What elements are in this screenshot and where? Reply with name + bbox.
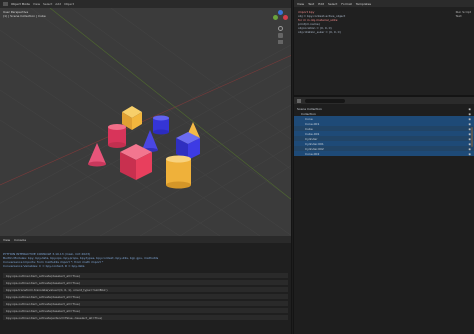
console-header: View Console <box>0 236 291 243</box>
eye-icon[interactable]: ◉ <box>468 147 471 151</box>
outliner-row-label: Cylinder.001 <box>305 141 324 146</box>
code-line: obj.rotation_euler = (0, 0, 0) <box>298 30 341 34</box>
text-editor[interactable]: View Text Edit Select Format Templates i… <box>293 0 474 95</box>
add-menu[interactable]: Add <box>55 2 61 6</box>
viewport-header: Object Mode View Select Add Object <box>0 0 291 8</box>
red-cone[interactable] <box>88 143 106 167</box>
outliner-row-label: Cube <box>305 126 313 131</box>
edit-menu[interactable]: Edit <box>318 2 324 6</box>
editor-header: View Text Edit Select Format Templates <box>294 0 474 7</box>
view-menu[interactable]: View <box>297 2 304 6</box>
eye-icon[interactable]: ◉ <box>468 107 471 111</box>
format-menu[interactable]: Format <box>341 2 352 6</box>
outliner-row[interactable]: Cone.002 ◉ <box>294 151 474 156</box>
view-menu[interactable]: View <box>33 2 40 6</box>
console-history-item: bpy.ops.outliner.item_activate(deselect_… <box>3 280 288 285</box>
viewport-info: User Perspective (1) | Scene Collection … <box>3 10 46 18</box>
outliner-row-label: Cylinder <box>305 136 318 141</box>
navigation-gizmo[interactable] <box>273 10 289 48</box>
select-menu[interactable]: Select <box>43 2 52 6</box>
yellow-cylinder[interactable] <box>166 155 191 189</box>
outliner-row-label: Cone.002 <box>305 151 320 156</box>
console-history-item: bpy.ops.outliner.item_activate(deselect_… <box>3 294 288 299</box>
console-history-item: bpy.ops.outliner.item_activate(deselect_… <box>3 308 288 313</box>
console-history-item: bpy.ops.outliner.item_activate(deselect_… <box>3 273 288 278</box>
outliner-scrollbar[interactable] <box>471 127 473 147</box>
console-history-item: bpy.ops.outliner.item_activate(extend=Fa… <box>3 315 288 320</box>
python-console[interactable]: View Console PYTHON INTERACTIVE CONSOLE … <box>0 236 292 334</box>
outliner-filter-icon[interactable] <box>297 98 301 103</box>
code-area[interactable]: import bpy obj = bpy.context.active_obje… <box>294 7 474 37</box>
x-axis-icon[interactable] <box>283 15 288 20</box>
outliner-header <box>294 97 474 104</box>
eye-icon[interactable]: ◉ <box>468 112 471 116</box>
object-menu[interactable]: Object <box>64 2 74 6</box>
outliner[interactable]: Scene Collection ◉ Collection ◉ Cone ◉ C… <box>293 95 474 334</box>
scene-collection-label: Scene Collection <box>297 106 322 111</box>
view-menu[interactable]: View <box>3 238 10 242</box>
outliner-row-label: Collection <box>301 111 316 116</box>
z-axis-icon[interactable] <box>278 10 283 15</box>
collection-info: (1) | Scene Collection | Cube <box>3 14 46 18</box>
templates-menu[interactable]: Templates <box>356 2 371 6</box>
editor-sidebar: Run Script Text <box>456 10 471 18</box>
viewport-grid <box>0 0 291 236</box>
hand-icon[interactable] <box>278 33 283 38</box>
red-cylinder[interactable] <box>108 124 126 148</box>
outliner-row-label: Cone <box>305 116 313 121</box>
eye-icon[interactable]: ◉ <box>468 117 471 121</box>
text-menu[interactable]: Text <box>308 2 314 6</box>
text-label: Text <box>455 14 462 18</box>
eye-icon[interactable]: ◉ <box>468 122 471 126</box>
console-body: PYTHON INTERACTIVE CONSOLE 3.10.13 (main… <box>0 243 291 323</box>
outliner-search-input[interactable] <box>305 98 345 103</box>
outliner-row-label: Cube.001 <box>305 131 320 136</box>
outliner-row-label: Cylinder.002 <box>305 146 324 151</box>
console-history-item: bpy.ops.outliner.item_activate(deselect_… <box>3 301 288 306</box>
eye-icon[interactable]: ◉ <box>468 152 471 156</box>
editor-type-icon[interactable] <box>3 2 8 6</box>
console-history-item: bpy.ops.transform.translate(value=(0, 0,… <box>3 287 288 292</box>
3d-viewport[interactable]: Object Mode View Select Add Object User … <box>0 0 292 236</box>
outliner-row-label: Cone.001 <box>305 121 320 126</box>
console-menu[interactable]: Console <box>14 238 26 242</box>
camera-icon[interactable] <box>278 40 283 44</box>
blue-cylinder[interactable] <box>153 115 169 135</box>
select-menu[interactable]: Select <box>328 2 337 6</box>
y-axis-icon[interactable] <box>273 15 278 20</box>
zoom-icon[interactable] <box>278 26 283 31</box>
mode-selector[interactable]: Object Mode <box>11 2 30 6</box>
